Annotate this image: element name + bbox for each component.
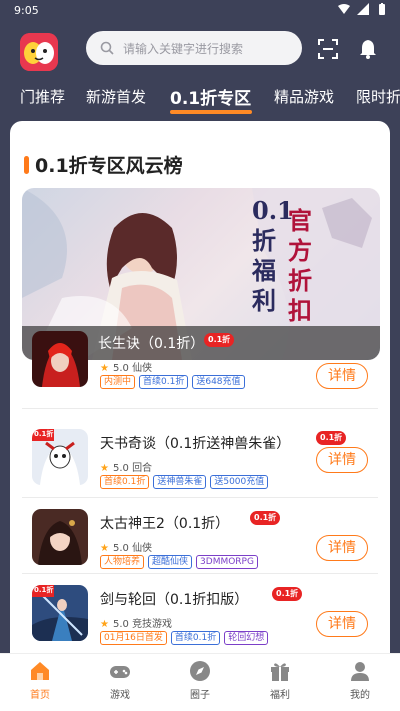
app-logo[interactable] [20, 33, 58, 71]
tag: 超酷仙侠 [148, 555, 193, 569]
game-icon-taigushenwang [32, 509, 88, 565]
game-tags: 人物培养 超酷仙侠 3DMMORPG [100, 555, 258, 569]
tag: 送神兽朱雀 [153, 475, 207, 489]
icon-corner-badge: 0.1折 [34, 586, 54, 594]
game-row[interactable]: 0.1折 剑与轮回（0.1折扣版） 0.1折 ★ 5.0 竞技游戏 01月16日首… [22, 577, 380, 653]
search-icon [100, 41, 114, 55]
divider [22, 408, 378, 409]
wifi-icon [338, 4, 350, 14]
tab-discount-zone[interactable]: 0.1折专区 [170, 84, 251, 109]
discount-badge: 0.1折 [316, 431, 347, 445]
category-tabs: 门推荐 新游首发 0.1折专区 精品游戏 限时折 [0, 84, 400, 114]
details-button[interactable]: 详情 [316, 611, 368, 637]
game-name: 太古神王2（0.1折） [100, 516, 230, 532]
gift-icon [271, 663, 289, 681]
details-button[interactable]: 详情 [316, 447, 368, 473]
nav-mine-label: 我的 [350, 690, 370, 701]
game-rating: ★ 5.0 竞技游戏 [100, 615, 172, 630]
discount-badge: 0.1折 [204, 333, 235, 347]
rating-value: 5.0 [112, 363, 129, 374]
status-bar: 9:05 [0, 0, 400, 22]
app-logo-icon [20, 33, 58, 71]
rating-value: 5.0 [112, 463, 129, 474]
tab-premium-games[interactable]: 精品游戏 [274, 86, 334, 107]
game-rating: ★ 5.0 回合 [100, 459, 152, 474]
nav-welfare[interactable]: 福利 [250, 660, 310, 701]
section-title-text: 0.1折专区风云榜 [35, 155, 183, 177]
nav-home-label: 首页 [30, 690, 50, 701]
game-row[interactable]: 0.1折 ★ 5.0 仙侠 内测中 首续0.1折 送648充值 详情 [22, 327, 380, 407]
tag: 01月16日首发 [100, 631, 167, 645]
tag: 送648充值 [192, 375, 245, 389]
details-button[interactable]: 详情 [316, 363, 368, 389]
bottom-nav: 首页 游戏 圈子 福利 我的 [0, 653, 400, 711]
nav-home[interactable]: 首页 [10, 660, 70, 701]
nav-games[interactable]: 游戏 [90, 660, 150, 701]
search-placeholder: 请输入关键字进行搜索 [123, 41, 244, 56]
active-tab-indicator [170, 110, 252, 114]
game-name: 剑与轮回（0.1折扣版） [100, 592, 249, 608]
compass-icon [190, 661, 210, 681]
game-genre: 回合 [132, 463, 153, 474]
game-genre: 仙侠 [132, 363, 153, 374]
tag: 人物培养 [100, 555, 145, 569]
banner-text-right: 官方折扣 [288, 206, 312, 325]
game-rating: ★ 5.0 仙侠 [100, 359, 152, 374]
tag: 首续0.1折 [170, 631, 221, 645]
title-accent-bar [24, 155, 29, 174]
tag: 3DMMORPG [196, 555, 258, 569]
rating-value: 5.0 [112, 543, 129, 554]
divider [22, 573, 378, 574]
tag: 送5000充值 [210, 475, 269, 489]
game-row[interactable]: 0.1折 天书奇谈（0.1折送神兽朱雀） 0.1折 ★ 5.0 回合 首续0.1折… [22, 421, 380, 497]
tab-recommend[interactable]: 门推荐 [20, 86, 65, 107]
game-tags: 首续0.1折 送神兽朱雀 送5000充值 [100, 475, 269, 489]
nav-games-label: 游戏 [110, 690, 130, 701]
game-name: 天书奇谈（0.1折送神兽朱雀） [100, 436, 291, 452]
nav-circle[interactable]: 圈子 [170, 660, 230, 701]
game-genre: 仙侠 [132, 543, 153, 554]
icon-corner-badge: 0.1折 [34, 430, 54, 438]
nav-welfare-label: 福利 [270, 690, 290, 701]
divider [22, 497, 378, 498]
game-icon-changshengjue [32, 331, 88, 387]
gamepad-icon [110, 666, 130, 678]
banner-text-left: 0.1折福利 [252, 196, 294, 315]
tag: 首续0.1折 [100, 475, 150, 489]
tag: 内测中 [100, 375, 136, 389]
signal-icon [357, 3, 369, 15]
details-button[interactable]: 详情 [316, 535, 368, 561]
star-icon: ★ [100, 463, 109, 474]
tab-limited-discount[interactable]: 限时折 [356, 86, 400, 107]
tag: 轮回幻想 [224, 631, 269, 645]
star-icon: ★ [100, 619, 109, 630]
notification-bell-icon[interactable] [357, 38, 379, 60]
top-header: 请输入关键字进行搜索 [0, 22, 400, 80]
discount-badge: 0.1折 [272, 587, 303, 601]
content-card: 0.1折专区风云榜 0.1折福利 官方折扣 长生诀（0.1折） 0.1折 ★ 5… [10, 121, 390, 661]
rating-value: 5.0 [112, 619, 129, 630]
section-title: 0.1折专区风云榜 [24, 151, 183, 178]
game-tags: 内测中 首续0.1折 送648充值 [100, 375, 245, 389]
discount-badge: 0.1折 [250, 511, 281, 525]
tag: 首续0.1折 [139, 375, 189, 389]
star-icon: ★ [100, 363, 109, 374]
game-icon-jianyulunhui: 0.1折 [32, 585, 88, 641]
tab-new-release[interactable]: 新游首发 [86, 86, 146, 107]
user-icon [351, 662, 369, 681]
game-genre: 竞技游戏 [132, 619, 173, 630]
game-row[interactable]: 太古神王2（0.1折） 0.1折 ★ 5.0 仙侠 人物培养 超酷仙侠 3DMMO… [22, 501, 380, 577]
game-tags: 01月16日首发 首续0.1折 轮回幻想 [100, 631, 269, 645]
star-icon: ★ [100, 543, 109, 554]
search-input[interactable]: 请输入关键字进行搜索 [86, 31, 302, 65]
nav-circle-label: 圈子 [190, 690, 210, 701]
nav-mine[interactable]: 我的 [330, 660, 390, 701]
game-rating: ★ 5.0 仙侠 [100, 539, 152, 554]
home-icon [31, 662, 49, 680]
battery-icon [379, 3, 385, 15]
scan-icon[interactable] [317, 38, 339, 60]
game-icon-tianshuqitan: 0.1折 [32, 429, 88, 485]
status-time: 9:05 [14, 4, 39, 17]
